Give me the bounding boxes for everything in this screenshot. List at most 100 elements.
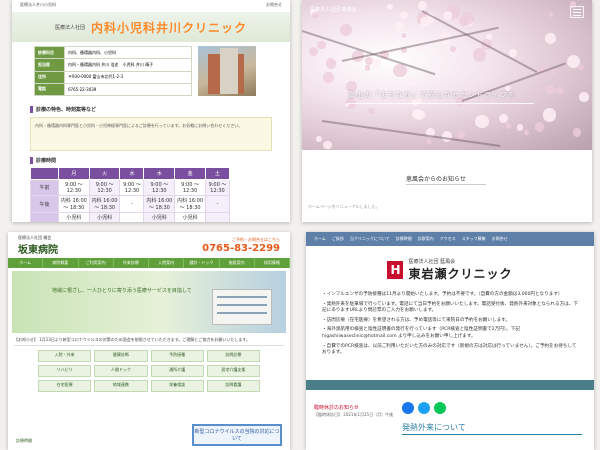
blossom-shape — [372, 58, 382, 68]
clinic-site-higashiiwase: ホーム ご挨拶 当クリニックについて 診療時間 診察案内 アクセス スタッフ募集… — [306, 232, 594, 450]
nav-item[interactable]: 健診・ドック — [184, 258, 220, 268]
service-link[interactable]: 通所介護 — [150, 365, 204, 377]
nav-item[interactable]: ホーム — [8, 258, 44, 268]
hours-cell: - — [119, 195, 145, 213]
info-label: 診療科目 — [34, 45, 65, 60]
hospital-name: 坂東病院 — [18, 244, 58, 256]
blossom-shape — [308, 46, 319, 57]
blossom-shape — [542, 108, 557, 122]
news-title: 恵風会からのお知らせ — [406, 176, 466, 183]
blossom-shape — [414, 110, 425, 121]
blossom-shape — [459, 16, 468, 26]
blossom-shape — [534, 122, 544, 132]
news-divider — [406, 184, 486, 185]
service-link[interactable]: 栄養相談 — [150, 380, 204, 392]
clinic-name[interactable]: 内科小児科井川クリニック — [91, 19, 247, 36]
nav-item[interactable]: 外来診療 — [114, 258, 149, 268]
hospital-site-bando: 医療法人社団 橘会 坂東病院 ご予約・お問合せはこちら 0765-83-2299… — [8, 232, 290, 450]
twitter-icon[interactable] — [418, 402, 430, 414]
hours-cell: 小児科 14:30 〜 17:30 — [88, 212, 121, 222]
blossom-shape — [475, 114, 489, 128]
nav-item[interactable]: 診療時間 — [396, 232, 412, 246]
blossom-shape — [579, 92, 589, 102]
hours-cell: 小児科 14:30 〜 17:30 — [58, 212, 90, 222]
hero-text: 地域に根ざし、一人ひとりに寄り添う医療サービスを目指して — [52, 288, 192, 294]
info-row: 担当医 内科・循環器内科 井川 浩史 小児科 井川 晴子 — [34, 58, 192, 72]
info-row: 住所 〒930-0000 富山市北代1-2-3 — [34, 70, 192, 84]
hours-header: 土 — [204, 167, 231, 180]
covid-banner[interactable]: 新型コロナウイルスの当院の対応について — [192, 424, 282, 446]
hours-table: 月 火 水 木 金 土 午前 9:00 〜 12:30 9:00 〜 12:30… — [30, 167, 231, 222]
blossom-shape — [364, 65, 371, 71]
blossom-shape — [387, 4, 393, 11]
site-header[interactable]: 医療法人社団 恵風会 — [310, 6, 357, 13]
nav-item[interactable]: 採用情報 — [255, 258, 290, 268]
section-heading-hours: 診療時間 — [30, 157, 272, 164]
blossom-shape — [505, 123, 512, 129]
announcement-item: ・発熱外来を駐車場で行っています。電話にて当日予約をお願いいたします。電話受付後… — [322, 301, 578, 314]
info-label: 電話 — [34, 82, 65, 97]
hours-header: 火 — [88, 167, 121, 180]
blossom-shape — [577, 64, 584, 71]
announcement-item: ・自費でのPCR検査は、以前ご利用いただいた方のみの対応です（新規の方は対応は行… — [322, 343, 577, 356]
service-link[interactable]: リハビリ — [38, 365, 92, 377]
news-item[interactable]: ホームページをリニューアルしました。 — [308, 204, 380, 210]
nav-item[interactable]: ご利用案内 — [79, 258, 114, 268]
hamburger-menu-icon[interactable] — [570, 6, 584, 18]
nav-item[interactable]: 施設案内 — [220, 258, 255, 268]
blossom-shape — [368, 107, 375, 115]
blossom-shape — [323, 72, 334, 83]
service-link[interactable]: 居宅介護支援 — [206, 365, 260, 377]
blossom-shape — [548, 12, 554, 17]
service-link[interactable]: 訪問看護 — [206, 380, 260, 392]
notice-box: 内科・循環器内科専門医と小児科・小児神経専門医によるご診療を行っています。お気軽… — [30, 117, 272, 151]
fever-clinic-heading[interactable]: 発熱外来について — [402, 422, 582, 435]
service-link[interactable]: 健康診断 — [94, 350, 148, 362]
care-site-keifukai: 医療法人社団 恵風会 高山の「まちなか」で安心なセカンドライフを 恵風会からのお… — [302, 0, 592, 222]
branch-shape — [421, 10, 538, 73]
hours-header: 金 — [174, 167, 206, 180]
news-text: 【お知らせ】 1月13日より新型コロナウイルスの対策のため面会を制限させていただ… — [14, 336, 284, 346]
service-link[interactable]: 予防接種 — [150, 350, 204, 362]
service-link[interactable]: 訪問診療 — [206, 350, 260, 362]
phone-block[interactable]: ご予約・お問合せはこちら 0765-83-2299 — [202, 237, 280, 254]
nav-item[interactable]: アクセス — [440, 232, 456, 246]
cherry-blossom-hero: 医療法人社団 恵風会 高山の「まちなか」で安心なセカンドライフを — [302, 0, 592, 150]
main-nav: ホーム ご挨拶 当クリニックについて 診療時間 診察案内 アクセス スタッフ募集… — [306, 232, 594, 246]
announcement-item: ・海外渡航用の検査と陰性証明書の発行を行っています（PCR検査と陰性証明書で2万… — [322, 327, 520, 339]
service-link[interactable]: 在宅医療 — [38, 380, 92, 392]
hero-tagline: 高山の「まちなか」で安心なセカンドライフを — [348, 91, 516, 99]
nav-item[interactable]: お問合せ — [492, 232, 508, 246]
clinic-logo[interactable]: 医療法人社団 藍風会 東岩瀬クリニック — [306, 258, 594, 282]
info-value: 内科・循環器内科 井川 浩史 小児科 井川 晴子 — [64, 58, 192, 72]
nav-item[interactable]: ご挨拶 — [332, 232, 344, 246]
service-link[interactable]: 人間ドック — [94, 365, 148, 377]
line-icon[interactable] — [434, 402, 446, 414]
blossom-shape — [556, 86, 564, 94]
main-nav: ホーム 病院概要 ご利用案内 外来診療 入院案内 健診・ドック 施設案内 採用情… — [8, 258, 290, 268]
service-link[interactable]: 地域連携 — [94, 380, 148, 392]
service-link[interactable]: 入院・外来 — [38, 350, 92, 362]
nav-item[interactable]: 病院概要 — [43, 258, 79, 268]
blossom-shape — [418, 1, 427, 10]
nav-item[interactable]: 入院案内 — [149, 258, 185, 268]
blossom-shape — [443, 11, 453, 20]
social-links — [402, 402, 446, 414]
nav-item[interactable]: ホーム — [314, 232, 326, 246]
blossom-shape — [456, 130, 466, 140]
screenshot-collage: 医療法人井川小児科 お問合せ 医療法人社団 内科小児科井川クリニック 診療科目内… — [0, 0, 600, 450]
blossom-shape — [400, 11, 408, 20]
nav-item[interactable]: 診察案内 — [418, 232, 434, 246]
blossom-shape — [546, 85, 555, 94]
building-tower-shape — [220, 48, 238, 94]
blossom-shape — [524, 129, 530, 136]
bottom-section: 臨時休診のお知らせ 【臨時休診日】 2021年1月25日（月）午後 発熱外来につ… — [306, 390, 594, 450]
blossom-shape — [323, 141, 332, 150]
hours-cell: 内科 16:00 〜 18:30 — [58, 195, 90, 213]
hospital-logo[interactable]: 医療法人社団 橘会 坂東病院 — [18, 235, 58, 256]
facebook-icon[interactable] — [402, 402, 414, 414]
contact-link[interactable]: お問合せ — [266, 2, 282, 10]
nav-item[interactable]: 当クリニックについて — [350, 232, 390, 246]
nav-item[interactable]: スタッフ募集 — [462, 232, 486, 246]
clinic-banner: 医療法人社団 内科小児科井川クリニック — [12, 12, 290, 42]
